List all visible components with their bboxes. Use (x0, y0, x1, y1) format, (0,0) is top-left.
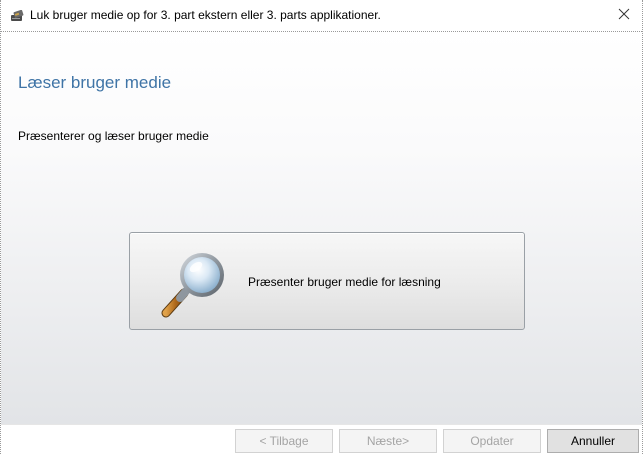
magnifier-icon (158, 247, 230, 319)
dialog-window: Luk bruger medie op for 3. part ekstern … (0, 0, 643, 454)
card-reader-icon (10, 9, 26, 21)
button-bar: < Tilbage Næste> Opdater Annuller (1, 424, 642, 454)
back-button[interactable]: < Tilbage (235, 429, 333, 453)
page-description: Præsenterer og læser bruger medie (18, 129, 209, 143)
next-button[interactable]: Næste> (339, 429, 437, 453)
title-bar: Luk bruger medie op for 3. part ekstern … (1, 0, 642, 32)
update-button[interactable]: Opdater (443, 429, 541, 453)
present-media-button[interactable]: Præsenter bruger medie for læsning (129, 232, 525, 330)
close-icon (618, 7, 630, 25)
close-button[interactable] (606, 0, 642, 31)
window-title: Luk bruger medie op for 3. part ekstern … (30, 8, 381, 22)
page-title: Læser bruger medie (18, 73, 172, 92)
cancel-button[interactable]: Annuller (547, 429, 639, 453)
present-media-label: Præsenter bruger medie for læsning (248, 275, 441, 289)
content-area: Læser bruger medie Præsenterer og læser … (1, 32, 642, 424)
